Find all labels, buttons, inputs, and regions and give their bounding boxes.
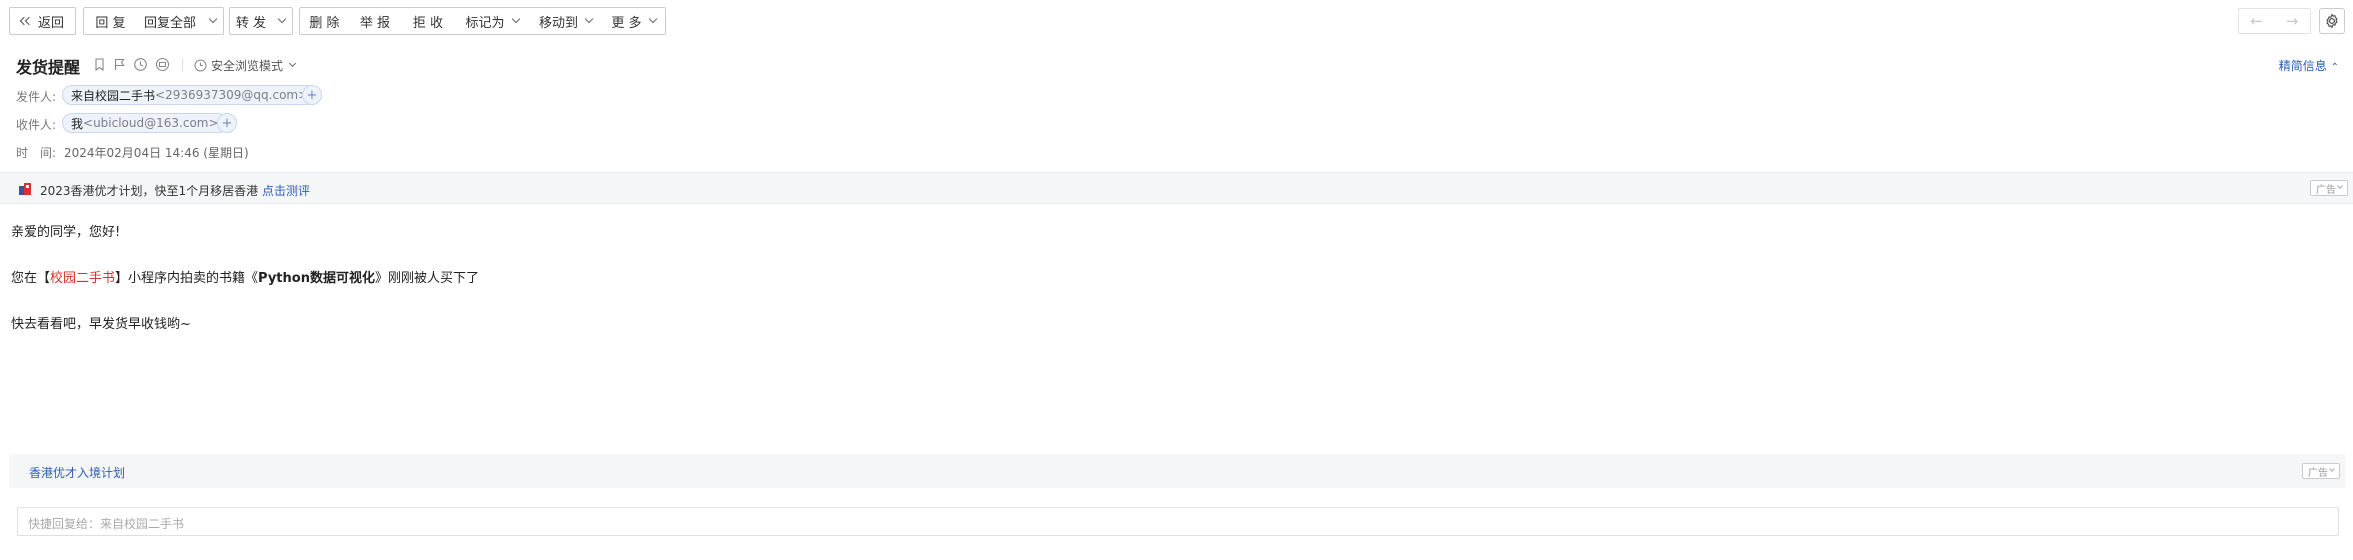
chevron-down-icon (277, 14, 287, 24)
flag-icon[interactable] (112, 57, 127, 72)
chevron-down-icon (2329, 466, 2335, 472)
clock-icon[interactable] (133, 57, 148, 72)
brand-name: 校园二手书 (50, 271, 116, 286)
chevron-down-icon (584, 14, 594, 24)
back-button[interactable]: 返回 (9, 7, 76, 35)
time-label: 时 间: (16, 146, 57, 160)
forward-dropdown-button[interactable] (272, 7, 293, 35)
delete-button[interactable]: 删 除 (299, 7, 350, 35)
reply-button[interactable]: 回 复 (83, 7, 138, 35)
ad-tag[interactable]: 广告 (2310, 180, 2348, 196)
brief-info-toggle[interactable]: 精简信息 ⌃ (2279, 57, 2339, 74)
chevron-down-icon (2337, 183, 2343, 189)
more-button[interactable]: 更 多 (602, 7, 666, 35)
reject-button[interactable]: 拒 收 (401, 7, 456, 35)
reminder-text: 快去看看吧，早发货早收钱哟~ (11, 317, 191, 332)
chevron-up-icon: ⌃ (2330, 62, 2339, 73)
recipient-chip[interactable]: 我 <ubicloud@163.com> (62, 113, 228, 133)
mail-header: 发货提醒 安全浏览模式 精简信息 ⌃ 发件人: 来自校园二手书 <2936937… (0, 44, 2353, 172)
arrow-left-icon: ← (2250, 12, 2263, 30)
bottom-ad-link[interactable]: 香港优才入境计划 (29, 464, 125, 481)
double-chevron-left-icon (19, 16, 34, 26)
chevron-down-icon (208, 14, 218, 24)
gear-icon (2326, 13, 2338, 29)
add-recipient-contact-button[interactable]: + (217, 113, 237, 133)
sale-notice-text: 您在【校园二手书】小程序内拍卖的书籍《Python数据可视化》刚刚被人买下了 (11, 271, 479, 286)
divider (182, 58, 183, 71)
chevron-down-icon (288, 59, 297, 68)
report-button[interactable]: 举 报 (349, 7, 402, 35)
sender-chip[interactable]: 来自校园二手书 <2936937309@qq.com> (62, 85, 318, 105)
bottom-ad-banner: 香港优才入境计划 广告 (9, 454, 2345, 488)
forward-button[interactable]: 转 发 (229, 7, 273, 35)
mark-as-button[interactable]: 标记为 (455, 7, 530, 35)
add-sender-contact-button[interactable]: + (302, 85, 322, 105)
move-to-button[interactable]: 移动到 (529, 7, 603, 35)
arrow-right-icon: → (2285, 12, 2299, 30)
next-mail-button[interactable]: → (2274, 8, 2311, 34)
from-label: 发件人: (16, 90, 57, 104)
safe-browsing-mode[interactable]: 安全浏览模式 (194, 57, 297, 74)
ad-text: 2023香港优才计划，快至1个月移居香港 (40, 184, 262, 198)
reply-dropdown-button[interactable] (203, 7, 224, 35)
reply-all-button[interactable]: 回复全部 (137, 7, 204, 35)
previous-mail-button[interactable]: ← (2238, 8, 2275, 34)
chevron-down-icon (648, 14, 657, 24)
shield-icon (194, 59, 207, 72)
settings-button[interactable] (2319, 8, 2345, 34)
ad-evaluate-link[interactable]: 点击测评 (262, 184, 310, 198)
print-icon[interactable] (155, 57, 170, 72)
bottom-ad-tag[interactable]: 广告 (2302, 463, 2340, 479)
bookmark-icon[interactable] (92, 57, 107, 72)
greeting-text: 亲爱的同学，您好! (11, 225, 121, 240)
to-label: 收件人: (16, 118, 57, 132)
quick-reply-placeholder: 快捷回复给：来自校园二手书 (28, 517, 185, 531)
mail-subject: 发货提醒 (16, 58, 81, 77)
chevron-down-icon (511, 14, 520, 24)
top-ad-banner: 2023香港优才计划，快至1个月移居香港 点击测评 广告 (0, 172, 2353, 204)
sent-time: 2024年02月04日 14:46 (星期日) (64, 146, 249, 160)
mail-toolbar: 返回 回 复 回复全部 转 发 删 除 举 报 拒 收 标记为 移动到 更 多 … (0, 0, 2353, 40)
ad-logo-icon (19, 183, 31, 195)
quick-reply-input[interactable]: 快捷回复给：来自校园二手书 (17, 507, 2339, 536)
book-title: Python数据可视化 (258, 271, 375, 286)
